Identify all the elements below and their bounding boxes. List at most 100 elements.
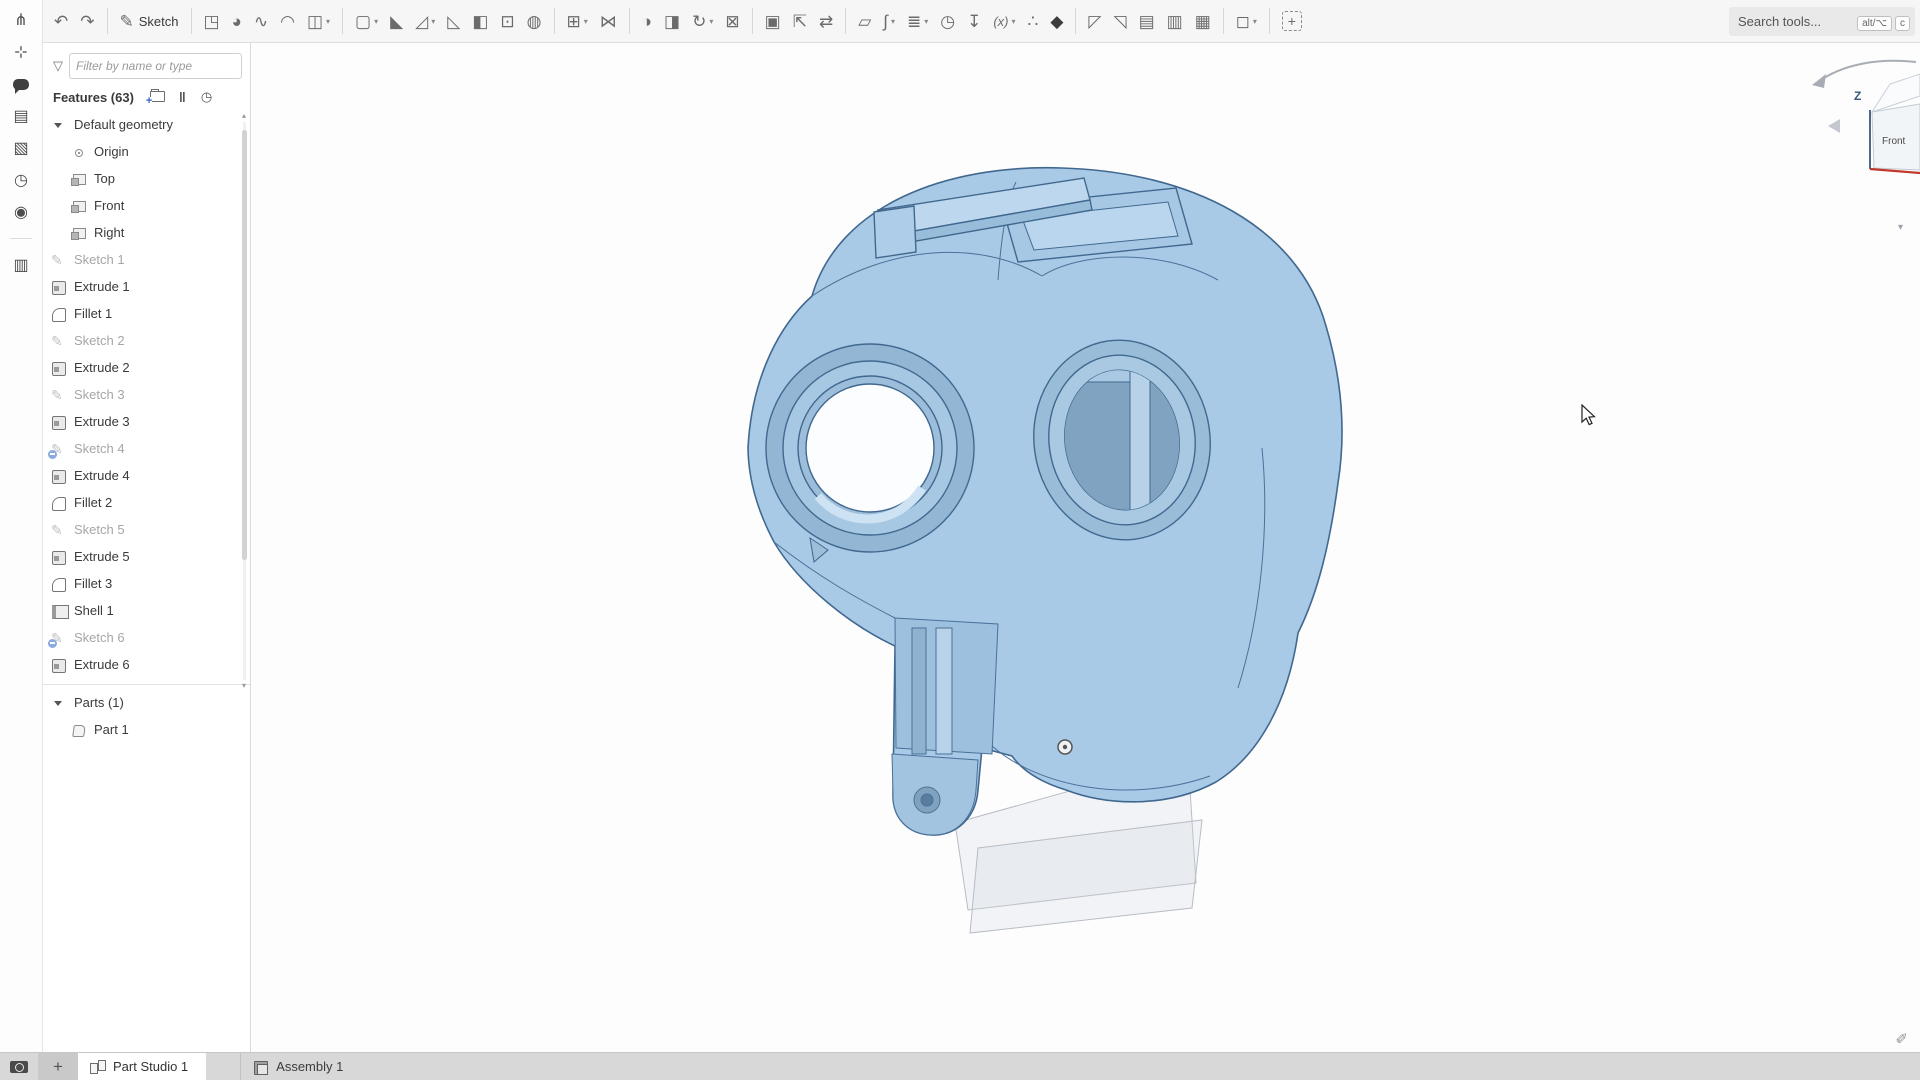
part-model[interactable] (740, 148, 1360, 938)
screenshot-button[interactable] (0, 1053, 38, 1080)
comments-icon[interactable] (7, 72, 35, 96)
history-button[interactable]: ◷ ▾ (935, 10, 960, 33)
delete-part-button[interactable]: ⊠ ▾ (720, 10, 744, 33)
redo-button[interactable]: ↷ ▾ (75, 10, 99, 33)
linear-pattern-button[interactable]: ⊞ ▾ (562, 10, 593, 33)
shell-button[interactable]: ◧ ▾ (467, 10, 493, 33)
parts-group-header[interactable]: Parts (1) (43, 689, 250, 716)
tag-button[interactable]: ◆ ▾ (1045, 10, 1068, 33)
feature-sketch-2[interactable]: Sketch 2 (43, 327, 250, 354)
rollback-bar-button[interactable]: ‖ (179, 89, 187, 105)
regeneration-time-button[interactable]: ◷ (201, 89, 212, 105)
feature-fillet-1[interactable]: Fillet 1 (43, 300, 250, 327)
learning-center-icon[interactable]: ▧ (7, 136, 35, 160)
sheet-metal-flange-button[interactable]: ◹ ▾ (1108, 10, 1131, 33)
search-tools-button[interactable]: Search tools... alt/⌥c (1729, 7, 1915, 36)
sheet-metal-model-button[interactable]: ◸ ▾ (1083, 10, 1106, 33)
thicken-button[interactable]: ◫ ▾ (302, 10, 335, 33)
feature-extrude-4[interactable]: Extrude 4 (43, 462, 250, 489)
boolean-button[interactable]: ◑ ▾ (637, 10, 657, 33)
transform-button[interactable]: ↻ ▾ (687, 10, 718, 33)
toolbar-divider[interactable]: ▾ (191, 8, 192, 34)
tab-part-studio-1[interactable]: Part Studio 1 (78, 1053, 206, 1080)
toolbar-divider[interactable]: ▾ (342, 8, 343, 34)
feature-plane-top[interactable]: Top (43, 165, 250, 192)
versions-graph-icon[interactable]: ⋔ (7, 8, 35, 32)
feature-fillet-3[interactable]: Fillet 3 (43, 570, 250, 597)
configurations-icon[interactable]: ⊹ (7, 40, 35, 64)
toolbar-divider[interactable]: ▾ (629, 8, 630, 34)
sketch-button[interactable]: ✎ Sketch ▾ (115, 10, 184, 33)
notes-icon[interactable]: ▤ (7, 104, 35, 128)
chamfer-button[interactable]: ◣ ▾ (385, 10, 408, 33)
shortcut-key: alt/⌥ (1857, 16, 1892, 31)
fillet-button[interactable]: ▢ ▾ (350, 10, 383, 33)
toolbar-divider[interactable]: ▾ (845, 8, 846, 34)
new-tab-button[interactable]: + (38, 1053, 78, 1080)
derived-button[interactable]: ↧ ▾ (962, 10, 986, 33)
search-panel-icon[interactable]: ◉ (7, 200, 35, 224)
undo-button[interactable]: ↶ ▾ (49, 10, 73, 33)
scroll-down-icon[interactable]: ▾ (242, 682, 246, 690)
view-cube[interactable]: Z Front ▾ (1798, 52, 1920, 237)
feature-sketch-3[interactable]: Sketch 3 (43, 381, 250, 408)
feature-sketch-4[interactable]: Sketch 4 (43, 435, 250, 462)
toolbar-divider[interactable]: ▾ (554, 8, 555, 34)
feature-shell-1[interactable]: Shell 1 (43, 597, 250, 624)
filter-input[interactable] (69, 53, 242, 79)
feature-plane-right[interactable]: Right (43, 219, 250, 246)
rib-button[interactable]: ◺ ▾ (442, 10, 465, 33)
sheet-metal-bend-button[interactable]: ▤ ▾ (1134, 10, 1160, 33)
tab-assembly-1[interactable]: Assembly 1 (240, 1053, 361, 1080)
modify-fillet-button[interactable]: ▣ ▾ (760, 10, 786, 33)
feature-plane-front[interactable]: Front (43, 192, 250, 219)
named-views-button[interactable]: ◻ ▾ (1231, 10, 1262, 33)
feature-group-default-geometry[interactable]: Default geometry (43, 111, 250, 138)
replace-face-button[interactable]: ⇄ ▾ (814, 10, 838, 33)
feature-extrude-3[interactable]: Extrude 3 (43, 408, 250, 435)
feature-tree-scrollbar[interactable]: ▴ ▾ (238, 112, 250, 690)
composite-part-button[interactable]: ≣ ▾ (902, 10, 933, 33)
toolbar-divider[interactable]: ▾ (1223, 8, 1224, 34)
toolbar-divider[interactable]: ▾ (1269, 8, 1270, 34)
feature-icon (51, 657, 67, 673)
sweep-button[interactable]: ∿ ▾ (249, 10, 273, 33)
feature-extrude-6[interactable]: Extrude 6 (43, 651, 250, 678)
feature-icon (51, 279, 67, 295)
revolve-button[interactable]: ◕ ▾ (227, 10, 247, 33)
instances-button[interactable]: ∴ ▾ (1023, 10, 1044, 33)
split-button[interactable]: ◨ ▾ (659, 10, 685, 33)
insert-custom-feature-button[interactable]: + ▾ (1277, 8, 1307, 34)
toolbar-divider[interactable]: ▾ (107, 8, 108, 34)
bom-table-icon[interactable]: ▥ (7, 253, 35, 277)
feature-sketch-1[interactable]: Sketch 1 (43, 246, 250, 273)
feature-icon (51, 495, 67, 511)
loft-button[interactable]: ◠ ▾ (275, 10, 300, 33)
scroll-up-icon[interactable]: ▴ (242, 112, 246, 120)
feature-extrude-1[interactable]: Extrude 1 (43, 273, 250, 300)
feature-sketch-6[interactable]: Sketch 6 (43, 624, 250, 651)
feature-extrude-5[interactable]: Extrude 5 (43, 543, 250, 570)
feature-origin[interactable]: Origin (43, 138, 250, 165)
create-folder-button[interactable] (150, 90, 165, 105)
feature-fillet-2[interactable]: Fillet 2 (43, 489, 250, 516)
scrollbar-thumb[interactable] (242, 130, 247, 560)
variable-button[interactable]: (x) ▾ (988, 10, 1020, 33)
hole-button[interactable]: ⊡ ▾ (495, 10, 519, 33)
sheet-metal-tab-button[interactable]: ▥ ▾ (1162, 10, 1188, 33)
boss-button[interactable]: ◍ ▾ (522, 10, 547, 33)
sheet-metal-corner-button[interactable]: ▦ ▾ (1190, 10, 1216, 33)
move-face-button[interactable]: ⇱ ▾ (788, 10, 812, 33)
toolbar-divider[interactable]: ▾ (1075, 8, 1076, 34)
history-panel-icon[interactable]: ◷ (7, 168, 35, 192)
draft-button[interactable]: ◿ ▾ (410, 10, 440, 33)
feature-extrude-2[interactable]: Extrude 2 (43, 354, 250, 381)
feature-sketch-5[interactable]: Sketch 5 (43, 516, 250, 543)
curve-button[interactable]: ∫ ▾ (878, 10, 900, 33)
mirror-button[interactable]: ⋈ ▾ (595, 10, 622, 33)
part-1[interactable]: Part 1 (43, 716, 250, 743)
plane-button[interactable]: ▱ ▾ (853, 10, 876, 33)
extrude-button[interactable]: ◳ ▾ (199, 10, 225, 33)
toolbar-divider[interactable]: ▾ (752, 8, 753, 34)
rail-divider[interactable] (10, 238, 32, 239)
